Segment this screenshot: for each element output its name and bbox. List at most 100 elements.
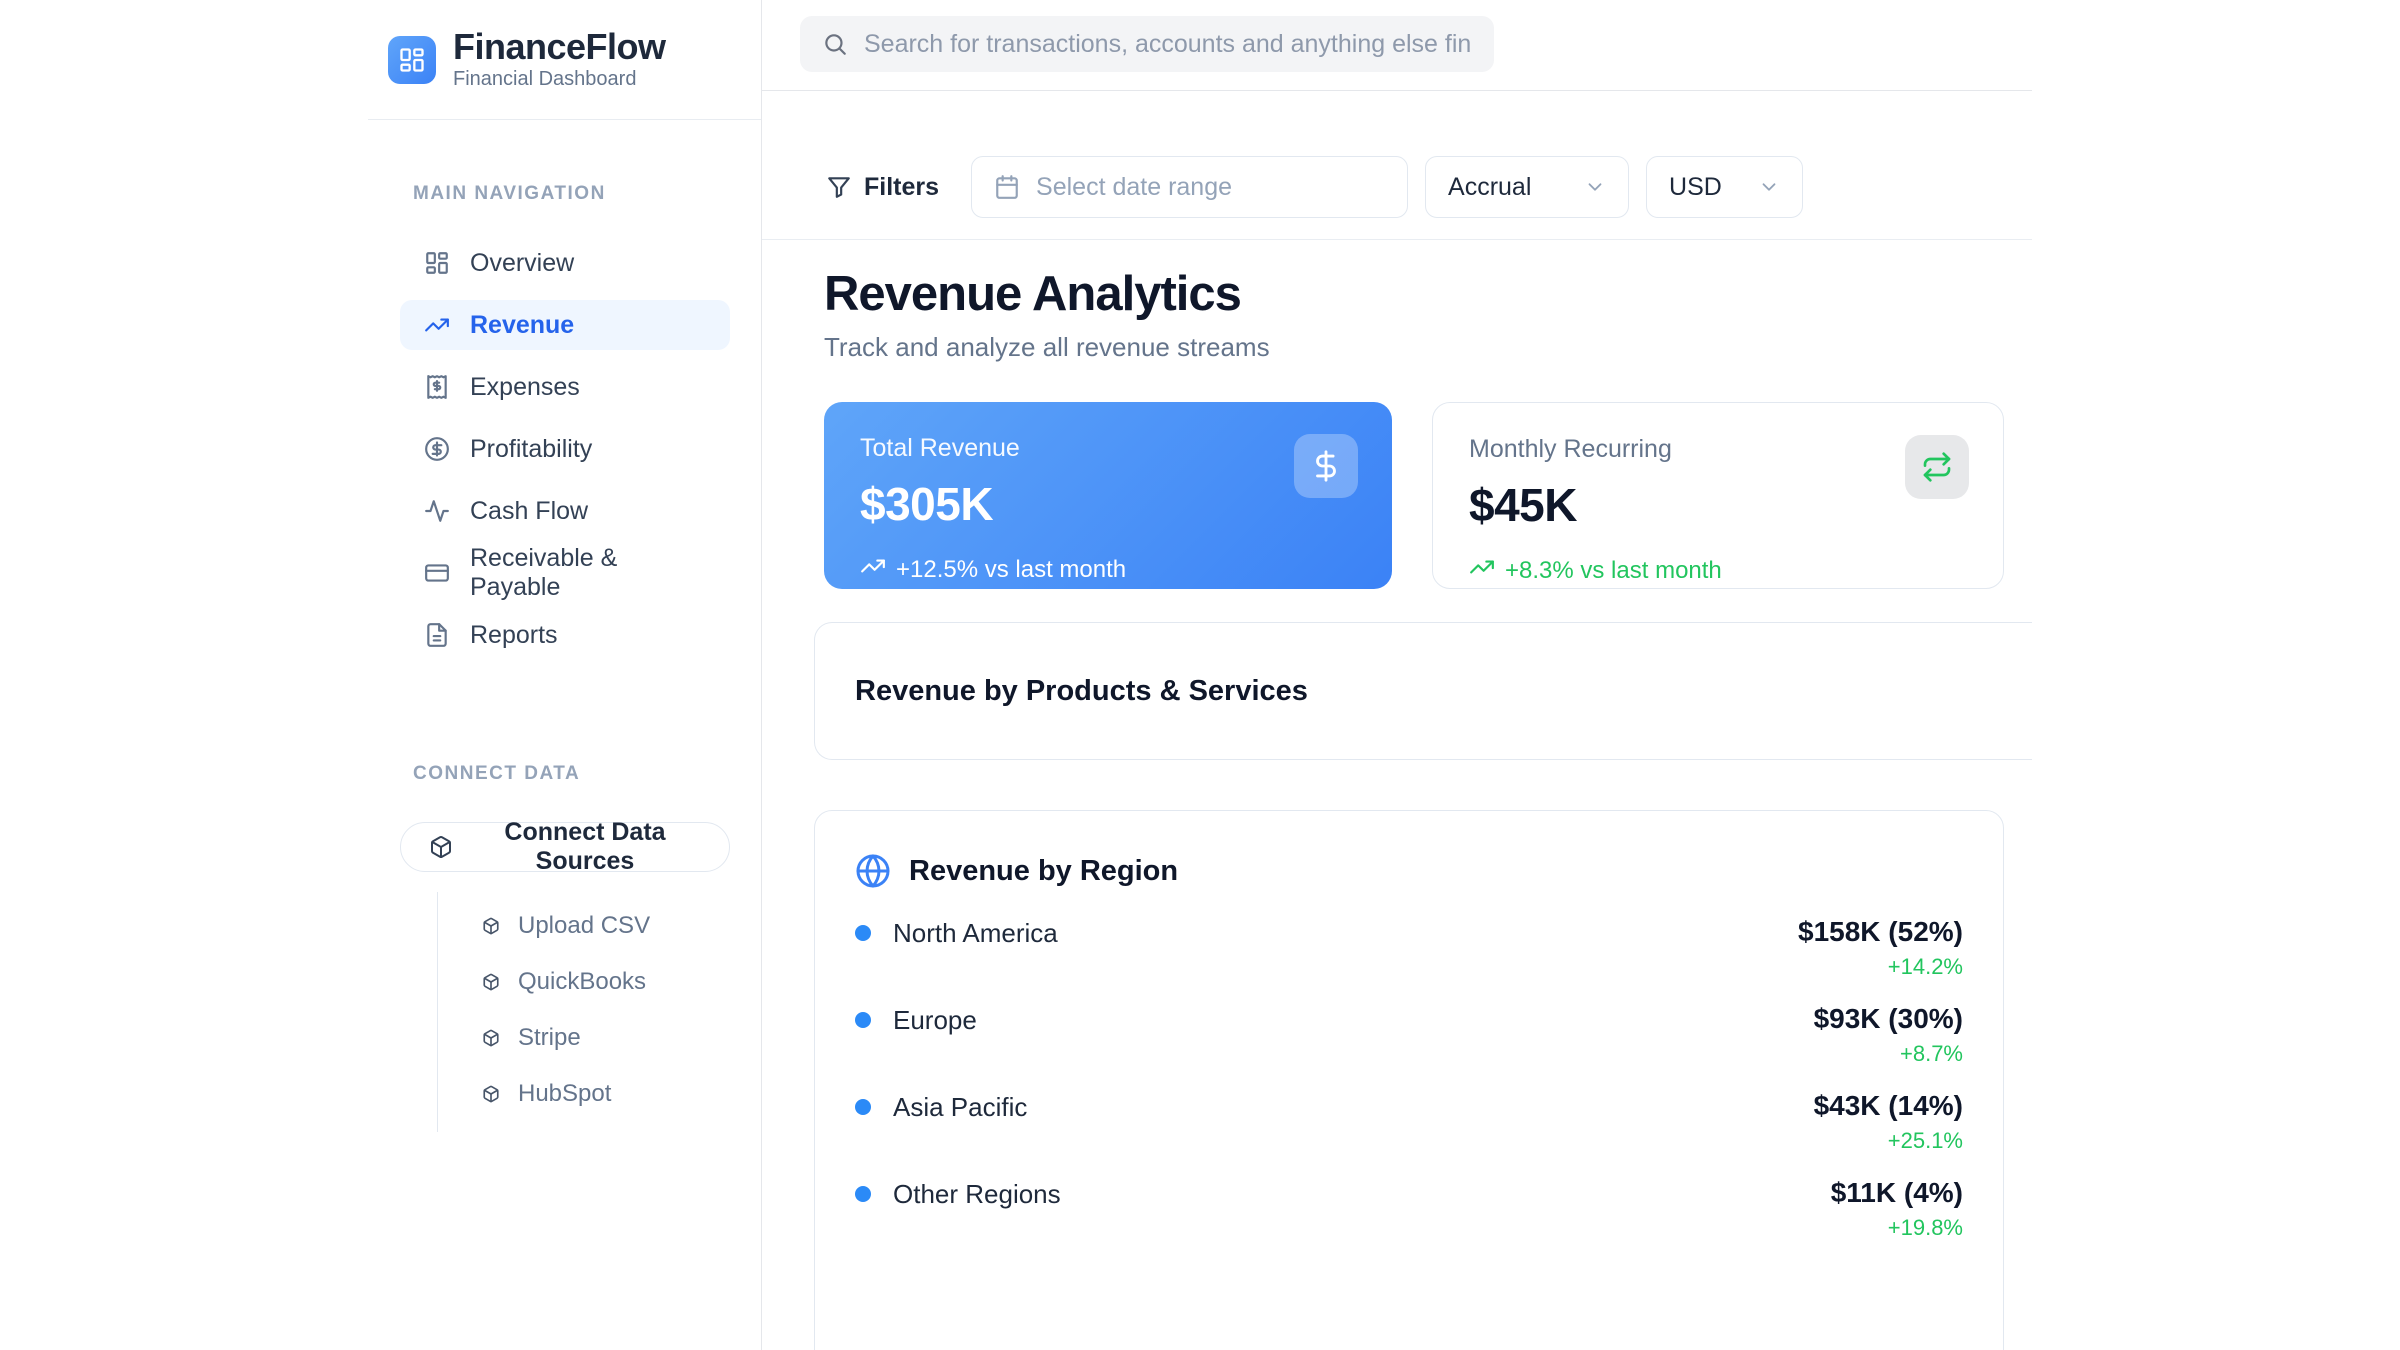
region-value: $11K (4%): [1831, 1176, 1963, 1210]
trending-up-icon: [860, 553, 886, 586]
region-value: $43K (14%): [1814, 1089, 1963, 1123]
sidebar-item-label: Cash Flow: [470, 497, 588, 526]
filters-label: Filters: [864, 173, 939, 202]
region-list: North America $158K (52%) +14.2% Europe: [855, 915, 1963, 1241]
region-delta: +25.1%: [1814, 1128, 1963, 1154]
region-value: $93K (30%): [1814, 1002, 1963, 1036]
package-icon: [429, 835, 453, 859]
sidebar-item-cash-flow[interactable]: Cash Flow: [400, 486, 730, 536]
page-header: Revenue Analytics Track and analyze all …: [824, 266, 1270, 363]
credit-card-icon: [424, 560, 450, 586]
sidebar-item-overview[interactable]: Overview: [400, 238, 730, 288]
region-value: $158K (52%): [1798, 915, 1963, 949]
source-item-label: Stripe: [518, 1024, 581, 1052]
kpi-monthly-recurring-card: Monthly Recurring $45K +8.3% vs last mon…: [1432, 402, 2004, 589]
connect-data-sources-button[interactable]: Connect Data Sources: [400, 822, 730, 872]
region-row-north-america: North America $158K (52%) +14.2%: [855, 915, 1963, 980]
source-item-label: HubSpot: [518, 1080, 611, 1108]
page-title: Revenue Analytics: [824, 266, 1270, 322]
date-range-placeholder: Select date range: [1036, 173, 1232, 202]
receipt-icon: [424, 374, 450, 400]
brand-tagline: Financial Dashboard: [453, 68, 666, 91]
region-dot-icon: [855, 925, 871, 941]
source-item-label: Upload CSV: [518, 912, 650, 940]
search-input[interactable]: [800, 16, 1494, 72]
products-services-card: Revenue by Products & Services: [814, 622, 2032, 760]
file-text-icon: [424, 622, 450, 648]
dollar-icon: [1294, 434, 1358, 498]
sidebar-item-reports[interactable]: Reports: [400, 610, 730, 660]
page-subtitle: Track and analyze all revenue streams: [824, 332, 1270, 363]
main-content: Filters Select date range Accrual USD Re…: [762, 0, 2032, 1350]
currency-value: USD: [1669, 173, 1722, 202]
kpi-delta: +8.3% vs last month: [1469, 554, 1967, 587]
funnel-icon: [826, 174, 852, 200]
sidebar-item-label: Profitability: [470, 435, 592, 464]
filters-bar: Filters Select date range Accrual USD: [826, 156, 1803, 218]
package-icon: [482, 917, 500, 935]
region-name: Asia Pacific: [893, 1092, 1027, 1123]
package-icon: [482, 1029, 500, 1047]
circle-dollar-icon: [424, 436, 450, 462]
financeflow-app: FinanceFlow Financial Dashboard MAIN NAV…: [0, 0, 2400, 1350]
brand-text: FinanceFlow Financial Dashboard: [453, 28, 666, 92]
region-delta: +8.7%: [1814, 1041, 1963, 1067]
sidebar-item-label: Reports: [470, 621, 558, 650]
calendar-icon: [994, 174, 1020, 200]
sidebar-item-label: Expenses: [470, 373, 580, 402]
dashboard-icon: [424, 250, 450, 276]
region-dot-icon: [855, 1012, 871, 1028]
header-divider: [762, 90, 2032, 91]
global-search: [800, 16, 1494, 72]
source-item-stripe[interactable]: Stripe: [438, 1010, 727, 1066]
accounting-basis-select[interactable]: Accrual: [1425, 156, 1629, 218]
region-row-asia-pacific: Asia Pacific $43K (14%) +25.1%: [855, 1089, 1963, 1154]
source-item-hubspot[interactable]: HubSpot: [438, 1066, 727, 1122]
sidebar-item-revenue[interactable]: Revenue: [400, 300, 730, 350]
region-name: Europe: [893, 1005, 977, 1036]
source-item-label: QuickBooks: [518, 968, 646, 996]
kpi-value: $305K: [860, 477, 1356, 531]
region-name: Other Regions: [893, 1179, 1061, 1210]
activity-icon: [424, 498, 450, 524]
globe-icon: [855, 853, 891, 889]
filters-divider: [762, 239, 2032, 240]
region-row-europe: Europe $93K (30%) +8.7%: [855, 1002, 1963, 1067]
accounting-basis-value: Accrual: [1448, 173, 1531, 202]
region-card-title: Revenue by Region: [909, 855, 1178, 888]
kpi-delta: +12.5% vs last month: [860, 553, 1356, 586]
kpi-label: Total Revenue: [860, 434, 1356, 463]
app-container: FinanceFlow Financial Dashboard MAIN NAV…: [368, 0, 2032, 1350]
date-range-picker[interactable]: Select date range: [971, 156, 1408, 218]
chevron-down-icon: [1584, 176, 1606, 198]
kpi-delta-text: +8.3% vs last month: [1505, 557, 1722, 585]
sidebar-item-expenses[interactable]: Expenses: [400, 362, 730, 412]
main-navigation: Overview Revenue Expenses Profitability …: [400, 238, 730, 672]
nav-section-label: MAIN NAVIGATION: [368, 183, 606, 205]
region-row-other-regions: Other Regions $11K (4%) +19.8%: [855, 1176, 1963, 1241]
currency-select[interactable]: USD: [1646, 156, 1803, 218]
connect-button-label: Connect Data Sources: [469, 818, 701, 876]
kpi-delta-text: +12.5% vs last month: [896, 556, 1126, 584]
kpi-label: Monthly Recurring: [1469, 435, 1967, 464]
region-delta: +19.8%: [1831, 1215, 1963, 1241]
trending-up-icon: [424, 312, 450, 338]
app-logo-icon: [388, 36, 436, 84]
sidebar-item-receivable-payable[interactable]: Receivable & Payable: [400, 548, 730, 598]
trending-up-icon: [1469, 554, 1495, 587]
source-item-upload-csv[interactable]: Upload CSV: [438, 898, 727, 954]
region-dot-icon: [855, 1099, 871, 1115]
source-item-quickbooks[interactable]: QuickBooks: [438, 954, 727, 1010]
kpi-cards: Total Revenue $305K +12.5% vs last month…: [824, 402, 2004, 589]
package-icon: [482, 1085, 500, 1103]
data-source-list: Upload CSV QuickBooks Stripe HubSpot: [437, 892, 727, 1132]
region-dot-icon: [855, 1186, 871, 1202]
sidebar-item-profitability[interactable]: Profitability: [400, 424, 730, 474]
region-delta: +14.2%: [1798, 954, 1963, 980]
revenue-by-region-card: Revenue by Region North America $158K (5…: [814, 810, 2004, 1350]
brand-name: FinanceFlow: [453, 28, 666, 66]
region-card-header: Revenue by Region: [855, 849, 1963, 893]
brand[interactable]: FinanceFlow Financial Dashboard: [368, 0, 761, 120]
filters-button[interactable]: Filters: [826, 173, 939, 202]
kpi-total-revenue-card: Total Revenue $305K +12.5% vs last month: [824, 402, 1392, 589]
